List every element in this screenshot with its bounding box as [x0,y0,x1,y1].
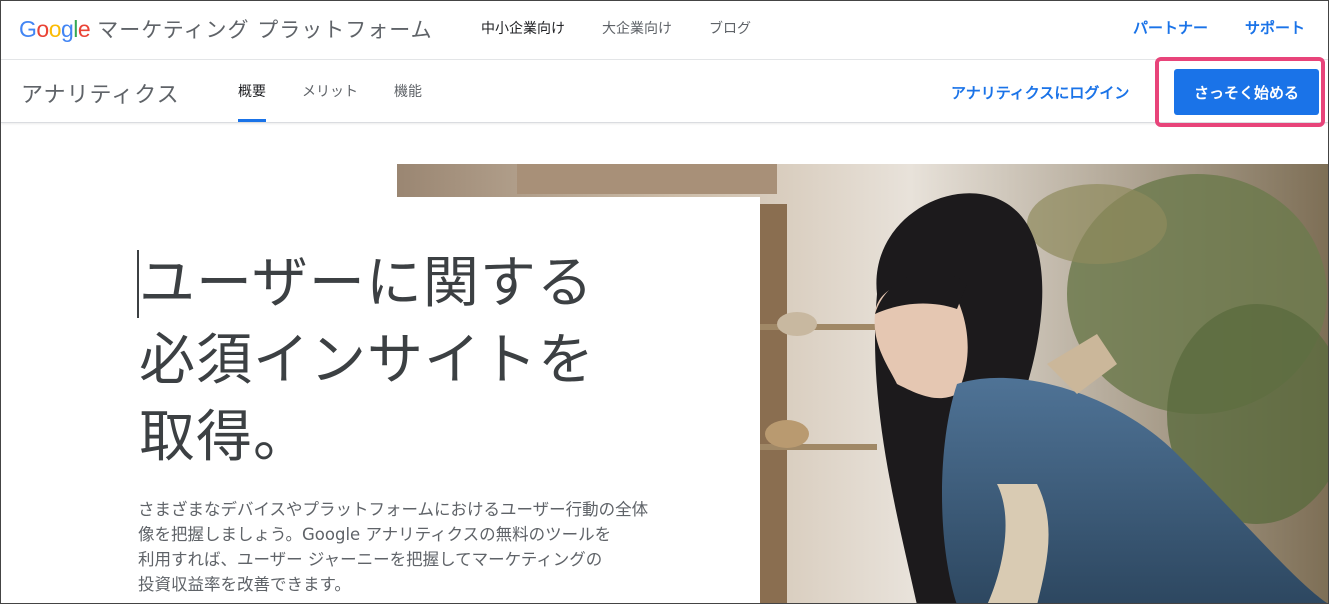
hero-headline: ユーザーに関する 必須インサイトを 取得。 [139,245,659,476]
top-header: Google マーケティング プラットフォーム 中小企業向け 大企業向け ブログ… [1,1,1328,60]
support-link[interactable]: サポート [1245,17,1305,38]
hero-description: さまざまなデバイスやプラットフォームにおけるユーザー行動の全体 像を把握しましょ… [138,497,728,597]
top-right-links: パートナー サポート [1133,17,1305,38]
top-nav-small-business[interactable]: 中小企業向け [481,18,565,38]
google-wordmark: Google [19,15,91,42]
hero-headline-line: 必須インサイトを [139,328,595,393]
product-tabs: 概要 メリット 機能 [238,60,422,122]
partners-link[interactable]: パートナー [1133,17,1208,38]
product-title[interactable]: アナリティクス [21,77,180,109]
hero-description-line: 投資収益率を改善できます。 [138,575,351,594]
tab-features[interactable]: 機能 [394,60,422,122]
get-started-button[interactable]: さっそく始める [1174,69,1319,115]
logo-product-name: マーケティング プラットフォーム [97,18,433,42]
top-nav: 中小企業向け 大企業向け ブログ [481,18,751,38]
tab-benefits[interactable]: メリット [302,60,358,122]
hero-headline-line: 取得。 [139,405,310,470]
hero-headline-line: ユーザーに関する [139,251,594,316]
google-marketing-platform-logo[interactable]: Google マーケティング プラットフォーム [19,14,433,44]
tab-overview[interactable]: 概要 [238,60,266,122]
top-nav-blog[interactable]: ブログ [709,18,751,38]
hero-description-line: さまざまなデバイスやプラットフォームにおけるユーザー行動の全体 [138,500,649,519]
hero-description-line: 像を把握しましょう。Google アナリティクスの無料のツールを [138,525,612,544]
top-nav-enterprise[interactable]: 大企業向け [602,18,672,38]
page: Google マーケティング プラットフォーム 中小企業向け 大企業向け ブログ… [0,0,1329,604]
product-header: アナリティクス 概要 メリット 機能 アナリティクスにログイン [1,60,1328,123]
hero-description-line: 利用すれば、ユーザー ジャーニーを把握してマーケティングの [138,550,603,569]
analytics-login-link[interactable]: アナリティクスにログイン [951,82,1129,103]
